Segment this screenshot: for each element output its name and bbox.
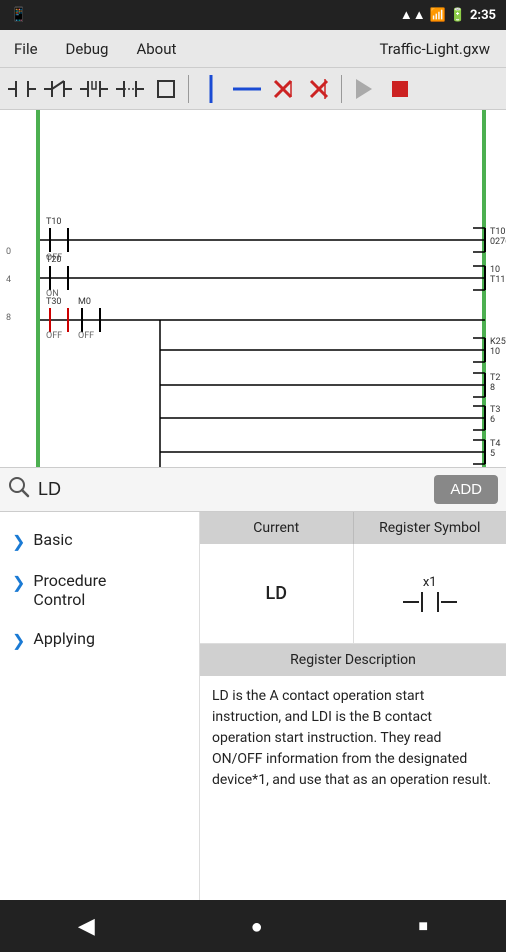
ladder-diagram: 0 T10 OFF T10 02769 4 T20 ON <box>0 110 506 468</box>
svg-text:5: 5 <box>490 449 495 459</box>
add-button[interactable]: ADD <box>434 475 498 504</box>
time-display: 2:35 <box>470 8 496 23</box>
horizontal-line-button[interactable] <box>231 73 263 105</box>
svg-text:T20: T20 <box>46 255 62 265</box>
category-procedure-control[interactable]: ❯ ProcedureControl <box>0 561 199 619</box>
symbol-x1-label: x1 <box>423 575 437 590</box>
recents-button[interactable]: ■ <box>398 908 448 944</box>
register-area: ❯ Basic ❯ ProcedureControl ❯ Applying Cu… <box>0 512 506 900</box>
svg-text:T30: T30 <box>46 297 62 307</box>
contact-bar-right <box>437 592 439 612</box>
chevron-applying-icon: ❯ <box>12 631 25 650</box>
register-content: LD x1 <box>200 544 506 644</box>
chevron-basic-icon: ❯ <box>12 532 25 551</box>
svg-text:02769: 02769 <box>490 237 506 247</box>
status-bar: 📱 ▲▲ 📶 🔋 2:35 <box>0 0 506 30</box>
svg-text:T10: T10 <box>46 217 62 227</box>
search-bar: ADD <box>0 468 506 512</box>
category-list: ❯ Basic ❯ ProcedureControl ❯ Applying <box>0 512 200 900</box>
toolbar-divider-2 <box>341 75 342 103</box>
toolbar-divider-1 <box>188 75 189 103</box>
contact-bar-left <box>421 592 423 612</box>
register-panel: Current Register Symbol LD x1 <box>200 512 506 900</box>
register-description-text: LD is the A contact operation start inst… <box>200 676 506 801</box>
svg-text:8: 8 <box>6 313 11 323</box>
menu-debug[interactable]: Debug <box>60 36 115 62</box>
svg-text:M0: M0 <box>78 297 91 307</box>
contact-gap <box>425 592 435 612</box>
svg-text:10: 10 <box>490 347 500 357</box>
symbol-cell: x1 <box>354 544 506 643</box>
svg-text:T10: T10 <box>490 227 506 237</box>
toolbar <box>0 68 506 110</box>
contact-right-line <box>441 601 457 603</box>
ld-symbol-display: x1 <box>403 575 457 612</box>
delete-x2-button[interactable] <box>303 73 335 105</box>
search-icon <box>8 476 30 503</box>
svg-text:4: 4 <box>6 275 11 285</box>
status-bar-right: ▲▲ 📶 🔋 2:35 <box>400 7 496 23</box>
svg-text:T3: T3 <box>490 405 500 415</box>
current-value: LD <box>266 583 287 604</box>
window-title: Traffic-Light.gxw <box>379 40 490 58</box>
contact-symbol-graphic <box>403 592 457 612</box>
battery-icon: 🔋 <box>450 8 466 23</box>
menu-file[interactable]: File <box>8 36 44 62</box>
category-basic[interactable]: ❯ Basic <box>0 520 199 561</box>
svg-text:8: 8 <box>490 383 495 393</box>
register-symbol-header: Register Symbol <box>354 512 506 544</box>
stop-button[interactable] <box>384 73 416 105</box>
search-input[interactable] <box>38 479 426 500</box>
wifi-icon: 📶 <box>430 8 446 23</box>
category-procedure-label: ProcedureControl <box>33 571 106 609</box>
register-description-header: Register Description <box>200 644 506 676</box>
contact-p-button[interactable] <box>78 73 110 105</box>
category-applying-label: Applying <box>33 629 95 648</box>
current-header: Current <box>200 512 354 544</box>
svg-text:OFF: OFF <box>46 331 62 341</box>
signal-icon: ▲▲ <box>400 7 426 23</box>
register-header: Current Register Symbol <box>200 512 506 544</box>
play-button[interactable] <box>348 73 380 105</box>
category-applying[interactable]: ❯ Applying <box>0 619 199 660</box>
navigation-bar: ◀ ● ■ <box>0 900 506 952</box>
vertical-line-button[interactable] <box>195 73 227 105</box>
svg-text:T2: T2 <box>490 373 500 383</box>
box-button[interactable] <box>150 73 182 105</box>
chevron-procedure-icon: ❯ <box>12 573 25 592</box>
svg-text:10: 10 <box>490 265 500 275</box>
current-value-cell: LD <box>200 544 354 643</box>
menu-bar: File Debug About Traffic-Light.gxw <box>0 30 506 68</box>
contact-nc-button[interactable] <box>42 73 74 105</box>
svg-text:K253: K253 <box>490 337 506 347</box>
contact-no-button[interactable] <box>6 73 38 105</box>
contact-n-button[interactable] <box>114 73 146 105</box>
back-button[interactable]: ◀ <box>58 906 115 947</box>
contact-left-line <box>403 601 419 603</box>
ladder-svg-area: 0 T10 OFF T10 02769 4 T20 ON <box>0 110 506 468</box>
svg-text:T4: T4 <box>490 439 500 449</box>
home-button[interactable]: ● <box>231 906 283 947</box>
menu-about[interactable]: About <box>130 36 182 62</box>
delete-x1-button[interactable] <box>267 73 299 105</box>
status-bar-left: 📱 <box>10 7 27 23</box>
bottom-panel: ❯ Basic ❯ ProcedureControl ❯ Applying Cu… <box>0 512 506 900</box>
category-basic-label: Basic <box>33 530 72 549</box>
svg-text:T11: T11 <box>490 275 506 285</box>
phone-icon: 📱 <box>10 7 27 23</box>
svg-text:OFF: OFF <box>78 331 94 341</box>
svg-text:0: 0 <box>6 247 11 257</box>
svg-text:6: 6 <box>490 415 495 425</box>
